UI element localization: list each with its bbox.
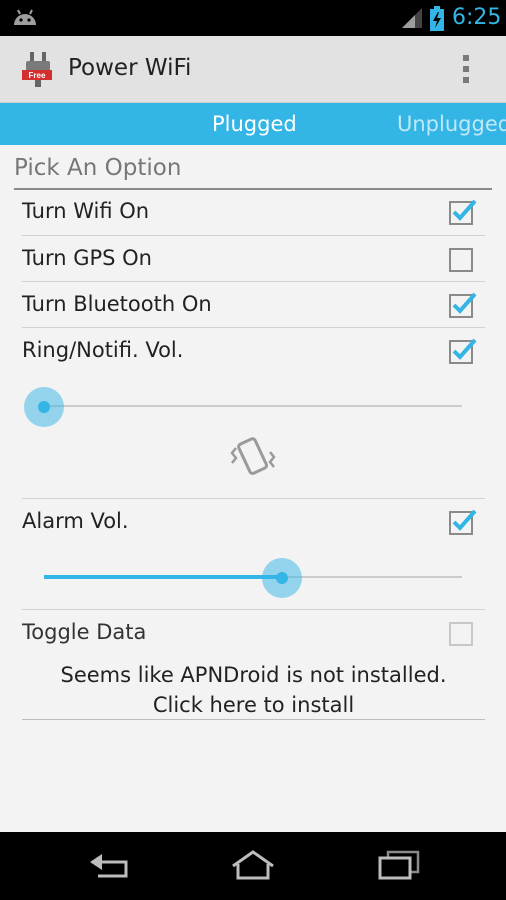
option-bluetooth-label: Turn Bluetooth On: [22, 292, 212, 316]
home-icon[interactable]: [229, 848, 277, 882]
plug-free-icon[interactable]: Free: [20, 50, 58, 88]
option-gps-label: Turn GPS On: [22, 246, 152, 270]
bluetooth-checkbox[interactable]: [446, 289, 478, 321]
status-bar: 6:25: [0, 0, 506, 36]
back-icon[interactable]: [84, 848, 132, 882]
alarm-volume-checkbox[interactable]: [446, 506, 478, 538]
row-divider: [22, 609, 485, 610]
recent-apps-icon[interactable]: [374, 848, 422, 882]
wifi-checkbox[interactable]: [446, 196, 478, 228]
tab-unplugged[interactable]: Unplugged: [397, 112, 506, 136]
vibrate-icon: [230, 437, 276, 475]
android-notification-icon: [14, 9, 36, 25]
option-toggle-data-label: Toggle Data: [22, 620, 147, 644]
status-time: 6:25: [452, 5, 502, 30]
option-ring-volume-label: Ring/Notifi. Vol.: [22, 338, 184, 362]
option-wifi-label: Turn Wifi On: [22, 199, 150, 223]
ring-volume-slider-thumb[interactable]: [23, 386, 65, 428]
section-divider: [14, 188, 492, 190]
section-header: Pick An Option: [14, 155, 182, 181]
apndroid-install-link[interactable]: Seems like APNDroid is not installed. Cl…: [22, 660, 485, 720]
tab-plugged[interactable]: Plugged: [212, 112, 297, 136]
notice-divider: [22, 719, 485, 720]
row-divider: [22, 327, 485, 328]
notice-line-2: Click here to install: [152, 693, 355, 717]
option-alarm-volume-label: Alarm Vol.: [22, 509, 129, 533]
row-divider: [22, 498, 485, 499]
action-bar: Free Power WiFi: [0, 36, 506, 103]
signal-icon: [402, 8, 422, 28]
alarm-volume-slider-fill: [44, 575, 282, 579]
ring-volume-slider-track[interactable]: [44, 405, 462, 407]
app-icon-badge: Free: [29, 71, 46, 80]
app-title: Power WiFi: [68, 55, 192, 81]
tab-strip: Plugged Unplugged: [0, 103, 506, 145]
row-divider: [22, 281, 485, 282]
gps-checkbox[interactable]: [446, 243, 478, 275]
overflow-menu-icon[interactable]: [456, 53, 476, 85]
alarm-volume-slider-thumb[interactable]: [261, 557, 303, 599]
battery-charging-icon: [430, 6, 444, 31]
row-divider: [22, 235, 485, 236]
toggle-data-checkbox[interactable]: [446, 617, 478, 649]
navigation-bar: [0, 832, 506, 900]
notice-line-1: Seems like APNDroid is not installed.: [60, 663, 447, 687]
ring-volume-checkbox[interactable]: [446, 335, 478, 367]
